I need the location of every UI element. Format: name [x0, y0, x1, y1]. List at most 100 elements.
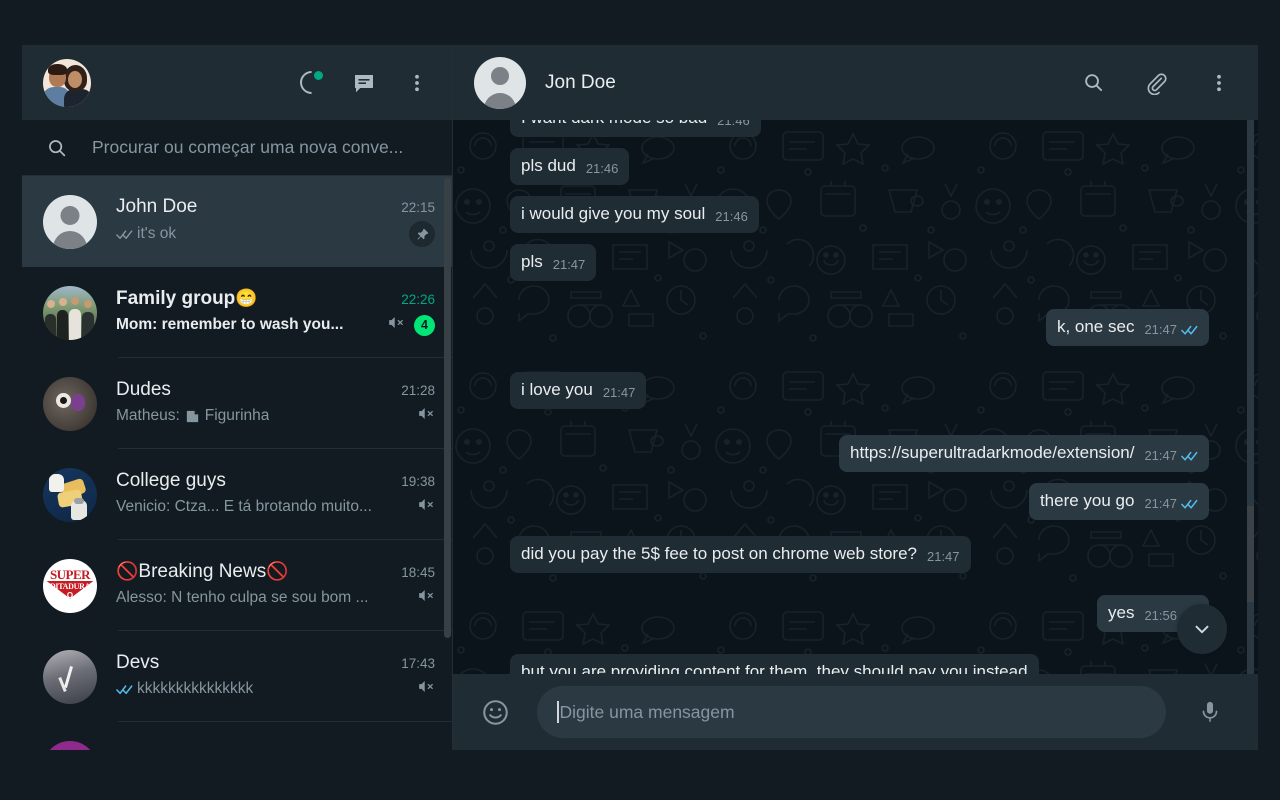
profile-avatar[interactable]: [43, 58, 91, 107]
chat-list-item-john-doe[interactable]: John Doe 22:15 it's ok: [22, 176, 452, 267]
peer-avatar[interactable]: [474, 56, 526, 109]
chat-item-line-top: Dudes 21:28: [116, 379, 435, 401]
message-row: I want dark mode so bad 21:46: [510, 120, 1209, 137]
message-bubble-incoming[interactable]: pls dud 21:46: [510, 148, 630, 185]
chat-item-body: 🚫Breaking News🚫 18:45 Alesso: N tenho cu…: [116, 561, 435, 610]
speaker-muted-glyph: [419, 498, 433, 511]
message-meta: 21:47: [603, 385, 636, 401]
conversation-header: Jon Doe: [453, 45, 1258, 120]
microphone-icon[interactable]: [1188, 690, 1232, 734]
chat-title-text: Family group: [116, 288, 236, 309]
sidebar-scrollbar-thumb[interactable]: [444, 178, 451, 638]
chat-item-line-bottom: kkkkkkkkkkkkkkk: [116, 677, 435, 701]
chat-list-item-devs[interactable]: Devs 17:43 kkkkkkkkkkkkkkk: [22, 631, 452, 722]
message-bubble-incoming[interactable]: I want dark mode so bad 21:46: [510, 120, 761, 137]
chat-item-meta: [409, 586, 435, 610]
sticker-glyph: [186, 410, 198, 422]
chat-list[interactable]: John Doe 22:15 it's ok Family group😁 22:…: [22, 176, 452, 750]
message-input-placeholder: Digite uma mensagem: [559, 701, 735, 722]
read-receipt-icon: [116, 228, 133, 241]
message-time: 21:47: [926, 549, 960, 564]
attach-icon[interactable]: [1143, 70, 1169, 96]
avatar-body: [484, 92, 516, 109]
search-bar[interactable]: Procurar ou começar uma nova conve...: [22, 120, 452, 176]
message-row: k, one sec 21:47: [510, 309, 1209, 346]
message-time: 21:47: [552, 257, 586, 272]
microphone-glyph: [1202, 701, 1218, 722]
chat-list-item-partial[interactable]: [22, 722, 452, 750]
message-meta: 21:46: [717, 120, 750, 129]
message-bubble-outgoing[interactable]: there you go 21:47: [1028, 483, 1209, 520]
chat-item-meta: [409, 404, 435, 428]
emoji-icon[interactable]: [473, 690, 517, 734]
message-bubble-incoming[interactable]: i would give you my soul 21:46: [510, 196, 759, 233]
chat-item-body: Dudes 21:28 Matheus: Figurinha: [116, 379, 435, 428]
avatar: SUPER DITADURA O: [43, 558, 97, 613]
status-icon[interactable]: [294, 66, 328, 99]
search-icon[interactable]: [1080, 70, 1106, 96]
chat-item-body: Devs 17:43 kkkkkkkkkkkkkkk: [116, 652, 435, 701]
chat-snippet-wrap: it's ok: [116, 225, 176, 243]
message-link[interactable]: https://superultradarkmode/extension/: [850, 442, 1134, 464]
menu-icon[interactable]: [404, 70, 430, 96]
message-text: pls dud: [521, 156, 576, 175]
peer-name[interactable]: Jon Doe: [545, 72, 616, 94]
chat-title: College guys: [116, 470, 226, 491]
message-text: I want dark mode so bad: [521, 120, 707, 129]
chat-title: Dudes: [116, 379, 171, 400]
message-row: yes 21:56: [510, 595, 1209, 632]
message-time: 21:47: [1144, 496, 1177, 511]
message-bubble-outgoing[interactable]: k, one sec 21:47: [1045, 309, 1209, 346]
message-input[interactable]: Digite uma mensagem: [537, 686, 1166, 738]
text-caret: [557, 701, 559, 723]
message-scroll-area: I want dark mode so bad 21:46 pls dud 21…: [453, 120, 1258, 674]
menu-icon[interactable]: [1206, 70, 1232, 96]
avatar: [43, 376, 97, 431]
prohibited-icon-left: 🚫: [116, 561, 139, 581]
message-bubble-incoming[interactable]: pls 21:47: [510, 244, 597, 281]
chat-item-body: John Doe 22:15 it's ok: [116, 196, 435, 247]
sidebar-scrollbar[interactable]: [444, 176, 451, 750]
message-list[interactable]: I want dark mode so bad 21:46 pls dud 21…: [453, 120, 1258, 674]
chevron-down-icon: [1195, 625, 1209, 634]
chat-item-meta: [409, 495, 435, 519]
chat-time: 17:43: [401, 656, 435, 671]
chat-item-line-bottom: Mom: remember to wash you... 4: [116, 313, 435, 337]
speaker-muted-glyph: [389, 316, 403, 329]
chat-list-item-breaking-news[interactable]: SUPER DITADURA O 🚫Breaking News🚫 18:45 A…: [22, 540, 452, 631]
avatar-photo: [43, 59, 91, 107]
search-input[interactable]: Procurar ou começar uma nova conve...: [92, 137, 403, 158]
message-meta: 21:47: [927, 549, 960, 565]
magnifier-glyph: [49, 139, 66, 156]
chat-item-line-bottom: Alesso: N tenho culpa se sou bom ...: [116, 586, 435, 610]
chat-bubble-glyph: [355, 74, 373, 92]
message-row: pls 21:47: [510, 244, 1209, 281]
message-bubble-incoming[interactable]: did you pay the 5$ fee to post on chrome…: [510, 536, 971, 573]
avatar: [43, 649, 97, 704]
unread-badge: 4: [414, 314, 435, 336]
chat-snippet-text: Mom: remember to wash you...: [116, 316, 344, 333]
message-bubble-incoming[interactable]: but you are providing content for them, …: [510, 654, 1039, 674]
message-bubble-outgoing[interactable]: https://superultradarkmode/extension/ 21…: [839, 435, 1209, 472]
read-receipt-icon: [1181, 450, 1198, 462]
new-chat-icon[interactable]: [351, 70, 377, 96]
message-text: k, one sec: [1056, 317, 1135, 336]
speaker-muted-glyph: [419, 680, 433, 693]
chat-list-item-dudes[interactable]: Dudes 21:28 Matheus: Figurinha: [22, 358, 452, 449]
double-check-glyph: [116, 229, 133, 239]
message-row: https://superultradarkmode/extension/ 21…: [510, 435, 1209, 472]
message-text: but you are providing content for them, …: [521, 662, 1028, 674]
chat-time: 22:15: [401, 200, 435, 215]
kebab-menu-glyph: [1217, 74, 1221, 91]
chat-list-item-college-guys[interactable]: College guys 19:38 Venicio: Ctza... E tá…: [22, 449, 452, 540]
chat-item-body: College guys 19:38 Venicio: Ctza... E tá…: [116, 470, 435, 519]
message-bubble-incoming[interactable]: i love you 21:47: [510, 372, 647, 409]
status-ring: [294, 66, 328, 99]
chat-snippet-text: Venicio: Ctza... E tá brotando muito...: [116, 498, 372, 515]
chat-list-item-family-group[interactable]: Family group😁 22:26 Mom: remember to was…: [22, 267, 452, 358]
message-row: pls dud 21:46: [510, 148, 1209, 185]
mute-icon: [386, 313, 405, 337]
message-meta: 21:47: [1144, 322, 1198, 338]
scroll-to-bottom-button[interactable]: [1177, 604, 1227, 654]
chat-snippet-text: it's ok: [137, 225, 177, 242]
